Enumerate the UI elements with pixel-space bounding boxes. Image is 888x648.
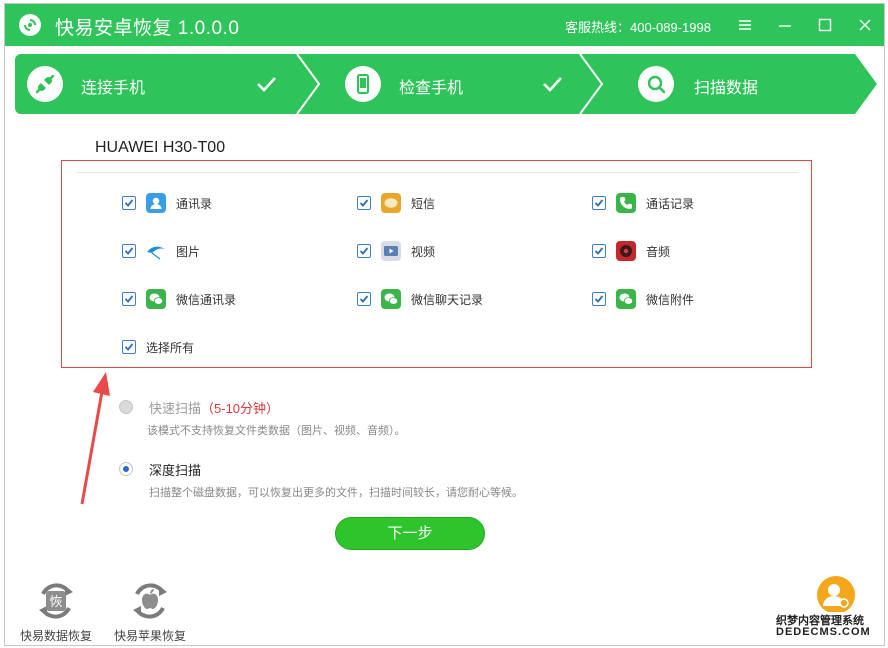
- menu-button[interactable]: [735, 15, 755, 35]
- step-scan-data: 扫描数据: [598, 54, 858, 114]
- customer-service-button[interactable]: [817, 576, 855, 614]
- checkbox[interactable]: [357, 196, 371, 210]
- data-type-options: 通讯录 短信 通话记录 图片 视频 音频 微信通讯录 微信聊天记录 微信附件 选…: [61, 160, 812, 368]
- wechat-icon: [616, 289, 636, 309]
- option-audio[interactable]: 音频: [592, 241, 792, 261]
- apple-recovery-icon: [129, 580, 171, 622]
- wechat-icon: [146, 289, 166, 309]
- hotline-text: 客服热线：400-089-1998: [565, 20, 711, 35]
- option-label: 微信附件: [646, 293, 695, 307]
- checkbox[interactable]: [122, 292, 136, 306]
- divider: [76, 172, 798, 173]
- checkmark-icon: [124, 247, 134, 255]
- checkbox[interactable]: [357, 244, 371, 258]
- checkmark-icon: [594, 247, 604, 255]
- checkmark-icon: [594, 295, 604, 303]
- video-icon: [381, 241, 401, 261]
- checkbox[interactable]: [122, 196, 136, 210]
- option-pictures[interactable]: 图片: [122, 241, 322, 261]
- tool-label: 快易苹果恢复: [113, 629, 186, 643]
- option-wechat-contacts[interactable]: 微信通讯录: [122, 289, 322, 309]
- contacts-icon: [146, 193, 166, 213]
- minimize-button[interactable]: [775, 15, 795, 35]
- phone-icon: [345, 66, 381, 102]
- checkbox[interactable]: [357, 292, 371, 306]
- call-log-icon: [616, 193, 636, 213]
- minimize-icon: [779, 25, 791, 27]
- quick-scan-label[interactable]: 快速扫描（5-10分钟）: [149, 398, 279, 417]
- option-sms[interactable]: 短信: [357, 193, 557, 213]
- option-wechat-attachments[interactable]: 微信附件: [592, 289, 792, 309]
- menu-icon: [739, 20, 751, 30]
- option-contacts[interactable]: 通讯录: [122, 193, 322, 213]
- plug-icon: [27, 66, 63, 102]
- option-label: 微信通讯录: [176, 293, 237, 307]
- deep-scan-description: 扫描整个磁盘数据，可以恢复出更多的文件，扫描时间较长，请您耐心等候。: [149, 487, 523, 499]
- step-check-phone: 检查手机: [315, 54, 595, 114]
- picture-icon: [146, 241, 166, 261]
- tool-label: 快易数据恢复: [19, 629, 92, 643]
- option-call-log[interactable]: 通话记录: [592, 193, 792, 213]
- quick-scan-title: 快速扫描: [149, 401, 202, 416]
- option-label: 通话记录: [646, 197, 695, 211]
- checkbox[interactable]: [592, 196, 606, 210]
- checkbox[interactable]: [592, 244, 606, 258]
- option-label: 微信聊天记录: [411, 293, 484, 307]
- svg-text:恢: 恢: [49, 595, 62, 610]
- watermark: 织梦内容管理系统 DEDECMS.COM: [774, 612, 878, 640]
- data-recovery-icon: 恢: [35, 580, 77, 622]
- checkbox[interactable]: [122, 244, 136, 258]
- deep-scan-label[interactable]: 深度扫描: [149, 460, 201, 479]
- quick-scan-duration: （5-10分钟）: [201, 401, 280, 416]
- option-wechat-chat-history[interactable]: 微信聊天记录: [357, 289, 557, 309]
- sms-icon: [381, 193, 401, 213]
- app-logo-icon: [19, 14, 41, 36]
- option-label: 短信: [411, 197, 436, 211]
- step-label: 扫描数据: [694, 80, 759, 97]
- option-label: 视频: [411, 245, 436, 259]
- watermark-line2: DEDECMS.COM: [776, 626, 871, 638]
- close-icon: [859, 19, 871, 31]
- maximize-button[interactable]: [815, 15, 835, 35]
- annotation-arrow-icon: [80, 372, 110, 505]
- option-label: 图片: [176, 245, 201, 259]
- checkbox[interactable]: [592, 292, 606, 306]
- app-window: 快易安卓恢复 1.0.0.0 客服热线：400-089-1998 连接手机 检查…: [4, 3, 885, 646]
- step-connect-phone: 连接手机: [15, 54, 305, 114]
- device-name: HUAWEI H30-T00: [95, 139, 226, 156]
- quick-scan-radio[interactable]: [119, 400, 133, 414]
- checkmark-icon: [124, 199, 134, 207]
- check-icon: [255, 74, 277, 99]
- option-label: 通讯录: [176, 197, 213, 211]
- audio-icon: [616, 241, 636, 261]
- option-label: 音频: [646, 245, 671, 259]
- deep-scan-radio[interactable]: [119, 462, 133, 476]
- app-title: 快易安卓恢复 1.0.0.0: [55, 18, 240, 39]
- quick-scan-description: 该模式不支持恢复文件类数据（图片、视频、音频）。: [147, 425, 406, 437]
- option-video[interactable]: 视频: [357, 241, 557, 261]
- step-label: 连接手机: [81, 80, 146, 97]
- close-button[interactable]: [855, 15, 875, 35]
- next-button[interactable]: 下一步: [335, 517, 485, 550]
- checkmark-icon: [359, 199, 369, 207]
- check-icon: [541, 74, 563, 99]
- checkmark-icon: [359, 247, 369, 255]
- option-label: 选择所有: [146, 341, 195, 355]
- step-label: 检查手机: [399, 80, 464, 97]
- title-bar[interactable]: 快易安卓恢复 1.0.0.0 客服热线：400-089-1998: [5, 4, 884, 46]
- checkmark-icon: [124, 343, 134, 351]
- select-all-option[interactable]: 选择所有: [122, 337, 322, 357]
- checkmark-icon: [359, 295, 369, 303]
- checkmark-icon: [594, 199, 604, 207]
- steps-bar: 连接手机 检查手机 扫描数据: [15, 54, 877, 114]
- maximize-icon: [818, 18, 832, 32]
- checkbox[interactable]: [122, 340, 136, 354]
- wechat-icon: [381, 289, 401, 309]
- checkmark-icon: [124, 295, 134, 303]
- magnifier-icon: [638, 66, 674, 102]
- user-support-icon: [823, 584, 849, 608]
